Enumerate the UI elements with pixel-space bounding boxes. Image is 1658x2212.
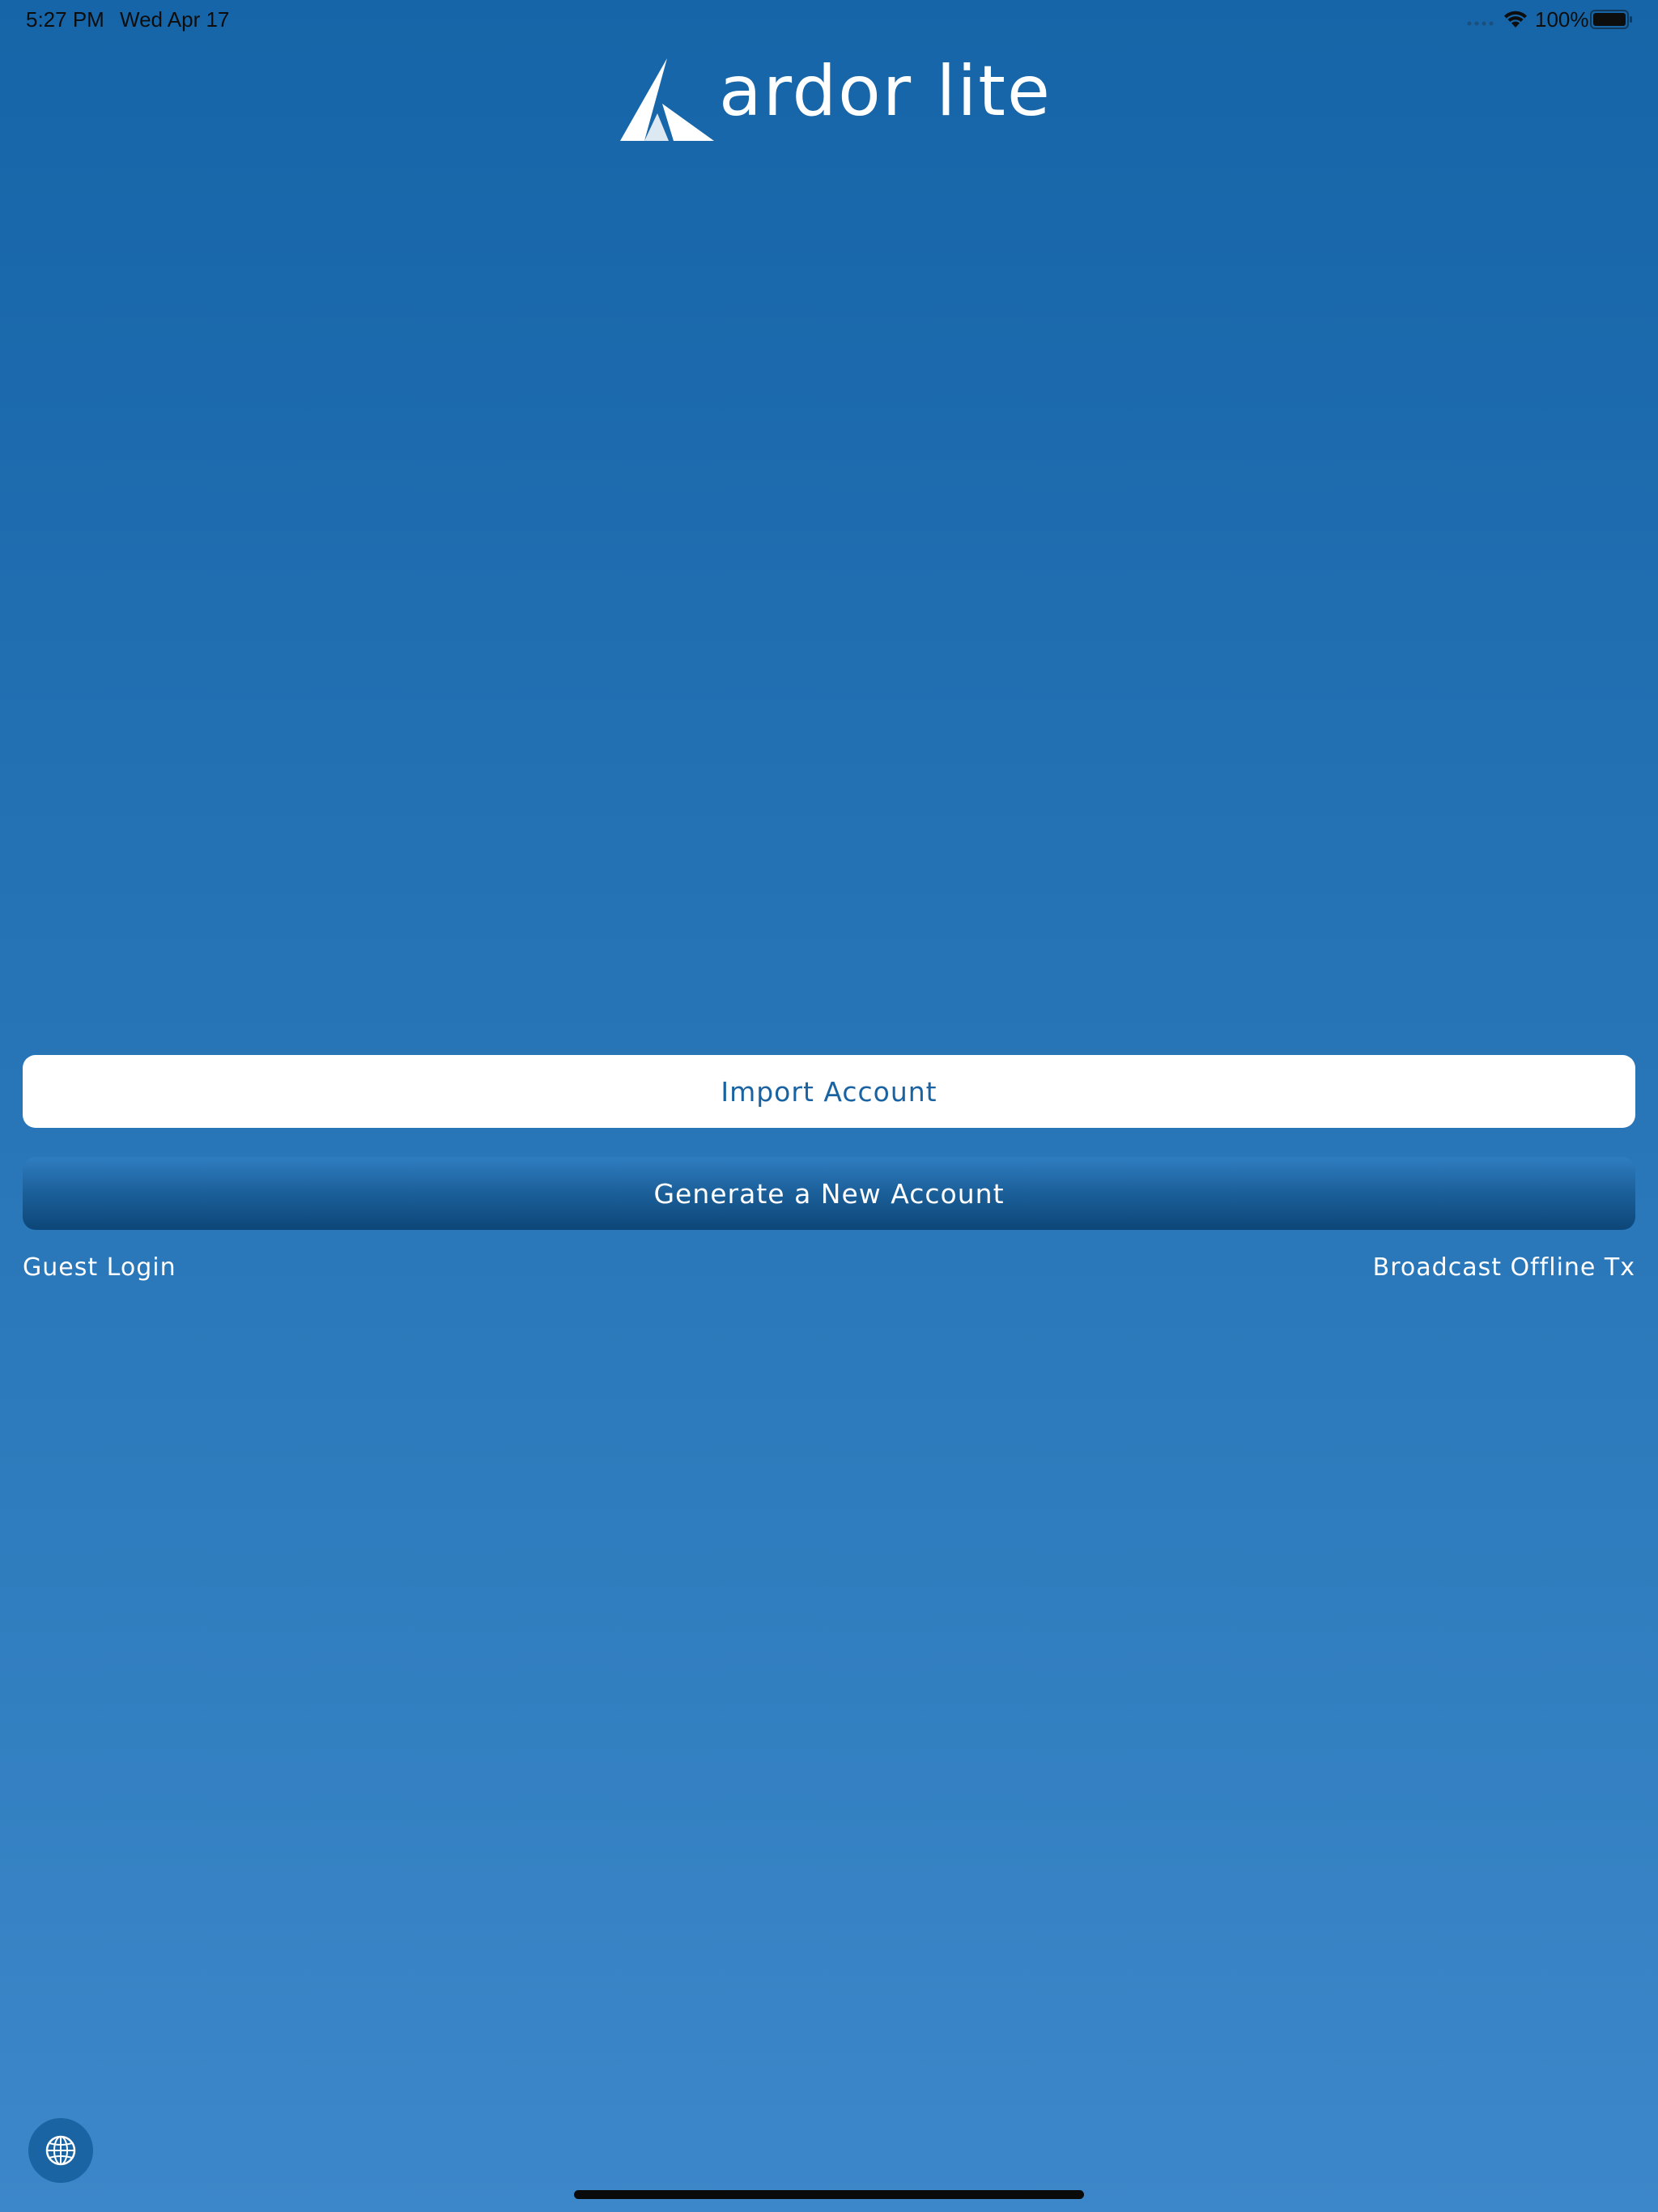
- broadcast-offline-tx-link[interactable]: Broadcast Offline Tx: [1373, 1250, 1635, 1286]
- language-button[interactable]: [28, 2118, 93, 2183]
- signal-dots-icon: [1467, 21, 1494, 26]
- status-date: Wed Apr 17: [120, 7, 230, 32]
- generate-account-label: Generate a New Account: [653, 1177, 1005, 1210]
- import-account-label: Import Account: [721, 1075, 937, 1108]
- home-indicator[interactable]: [574, 2190, 1084, 2199]
- generate-account-button[interactable]: Generate a New Account: [23, 1157, 1635, 1230]
- import-account-button[interactable]: Import Account: [23, 1055, 1635, 1128]
- globe-icon: [45, 2135, 76, 2166]
- battery-icon: [1590, 10, 1632, 29]
- wifi-icon: [1504, 11, 1527, 28]
- battery-percent: 100%: [1535, 7, 1589, 32]
- app-logo: ardor lite: [620, 51, 1050, 143]
- ardor-logo-icon: [620, 58, 714, 141]
- status-bar: 5:27 PM Wed Apr 17 100%: [0, 0, 1658, 39]
- status-time: 5:27 PM: [26, 7, 104, 32]
- app-name: ardor lite: [719, 51, 1052, 132]
- guest-login-link[interactable]: Guest Login: [23, 1250, 176, 1286]
